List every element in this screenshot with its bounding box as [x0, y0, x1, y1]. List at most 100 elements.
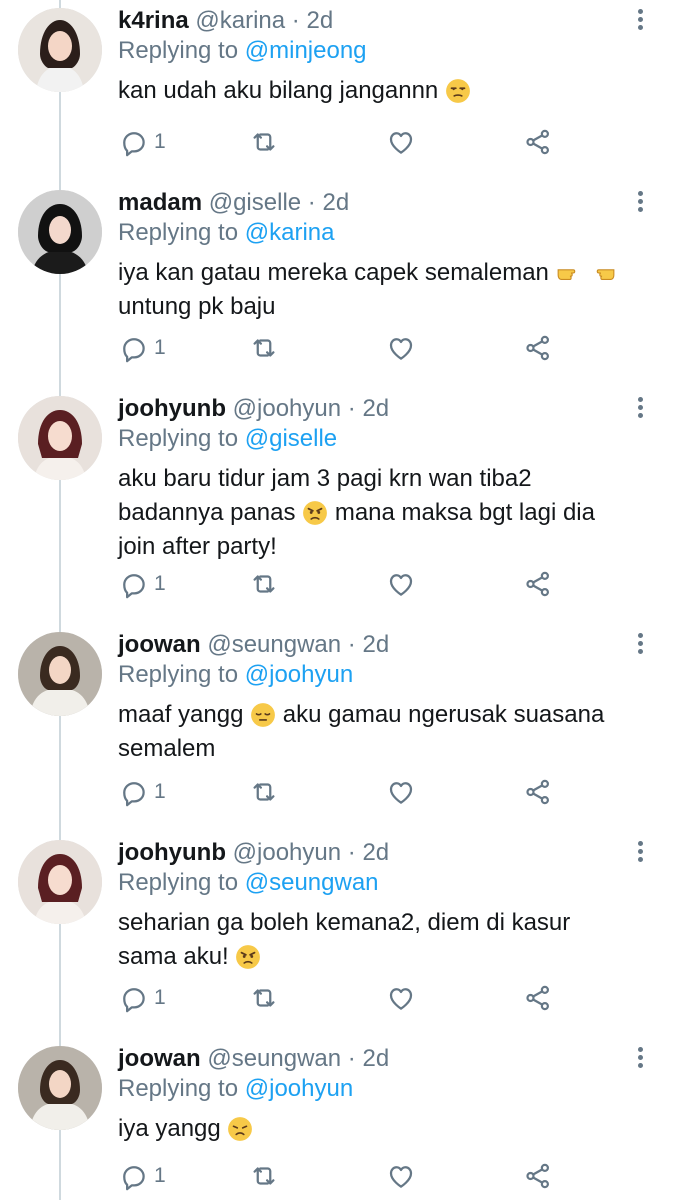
like-button[interactable] — [386, 1160, 416, 1192]
replying-to: Replying to @giselle — [118, 424, 337, 454]
retweet-icon — [249, 983, 279, 1013]
separator-dot: · — [291, 7, 300, 34]
like-button[interactable] — [386, 776, 416, 808]
reply-icon — [118, 777, 148, 807]
avatar[interactable] — [18, 396, 102, 480]
action-bar: 1 — [118, 982, 568, 1018]
action-bar: 1 — [118, 568, 568, 604]
display-name[interactable]: joohyunb — [118, 839, 226, 866]
replying-to-label: Replying to — [118, 1075, 245, 1102]
more-vertical-icon[interactable] — [630, 394, 650, 424]
like-button[interactable] — [386, 568, 416, 600]
share-button[interactable] — [523, 776, 553, 808]
reply-count: 1 — [154, 336, 166, 359]
reply-count: 1 — [154, 1164, 166, 1187]
timestamp[interactable]: 2d — [362, 395, 389, 422]
more-vertical-icon[interactable] — [630, 1044, 650, 1074]
tweet-text-line: badannya panas — [118, 499, 296, 526]
tweet-text-line: seharian ga boleh kemana2, diem di kasur — [118, 909, 571, 936]
separator-dot: · — [347, 839, 356, 866]
reply-button[interactable]: 1 — [118, 1160, 166, 1192]
timestamp[interactable]: 2d — [362, 1045, 389, 1072]
mention-link[interactable]: @minjeong — [245, 37, 367, 64]
display-name[interactable]: joowan — [118, 631, 201, 658]
display-name[interactable]: joohyunb — [118, 395, 226, 422]
timestamp[interactable]: 2d — [362, 631, 389, 658]
tweet-text: maaf yangg aku gamau ngerusak suasana se… — [118, 698, 658, 766]
share-button[interactable] — [523, 1160, 553, 1192]
reply-button[interactable]: 1 — [118, 568, 166, 600]
handle[interactable]: @joohyun — [233, 395, 341, 422]
more-vertical-icon[interactable] — [630, 6, 650, 36]
timestamp[interactable]: 2d — [322, 189, 349, 216]
more-vertical-icon[interactable] — [630, 838, 650, 868]
share-button[interactable] — [523, 126, 553, 158]
tweet-text: iya kan gatau mereka capek semaleman unt… — [118, 256, 658, 324]
share-button[interactable] — [523, 982, 553, 1014]
angry-emoji-icon — [235, 944, 261, 970]
reply-count: 1 — [154, 130, 166, 153]
handle[interactable]: @giselle — [209, 189, 301, 216]
retweet-button[interactable] — [249, 126, 279, 158]
tweet-text-line: aku gamau ngerusak suasana — [282, 701, 605, 728]
display-name[interactable]: joowan — [118, 1045, 201, 1072]
reply-button[interactable]: 1 — [118, 982, 166, 1014]
mention-link[interactable]: @karina — [245, 219, 335, 246]
tweet-text-line: mana maksa bgt lagi dia — [334, 499, 595, 526]
display-name[interactable]: k4rina — [118, 7, 189, 34]
retweet-button[interactable] — [249, 568, 279, 600]
handle[interactable]: @seungwan — [207, 1045, 341, 1072]
tweet-text-line: aku baru tidur jam 3 pagi krn wan tiba2 — [118, 465, 532, 492]
action-bar: 1 — [118, 126, 568, 162]
handle[interactable]: @joohyun — [233, 839, 341, 866]
mention-link[interactable]: @seungwan — [245, 869, 379, 896]
avatar[interactable] — [18, 190, 102, 274]
share-icon — [523, 777, 553, 807]
action-bar: 1 — [118, 1160, 568, 1196]
share-icon — [523, 983, 553, 1013]
tweet-text-line: maaf yangg — [118, 701, 244, 728]
thread-connector-line — [59, 0, 61, 1200]
replying-to-label: Replying to — [118, 661, 245, 688]
tweet-text-line: iya kan gatau mereka capek semaleman — [118, 259, 549, 286]
timestamp[interactable]: 2d — [306, 7, 333, 34]
reply-count: 1 — [154, 780, 166, 803]
more-vertical-icon[interactable] — [630, 188, 650, 218]
reply-button[interactable]: 1 — [118, 332, 166, 364]
more-vertical-icon[interactable] — [630, 630, 650, 660]
separator-dot: · — [347, 395, 356, 422]
avatar[interactable] — [18, 632, 102, 716]
separator-dot: · — [347, 631, 356, 658]
handle[interactable]: @karina — [195, 7, 285, 34]
mention-link[interactable]: @giselle — [245, 425, 337, 452]
retweet-button[interactable] — [249, 982, 279, 1014]
avatar[interactable] — [18, 8, 102, 92]
avatar[interactable] — [18, 1046, 102, 1130]
mention-link[interactable]: @joohyun — [245, 661, 353, 688]
retweet-icon — [249, 1161, 279, 1191]
reply-button[interactable]: 1 — [118, 126, 166, 158]
reply-icon — [118, 333, 148, 363]
like-button[interactable] — [386, 982, 416, 1014]
retweet-button[interactable] — [249, 1160, 279, 1192]
tweet-text-line: untung pk baju — [118, 293, 276, 320]
angry-emoji-icon — [302, 500, 328, 526]
mention-link[interactable]: @joohyun — [245, 1075, 353, 1102]
replying-to: Replying to @joohyun — [118, 1074, 353, 1104]
reply-button[interactable]: 1 — [118, 776, 166, 808]
share-button[interactable] — [523, 332, 553, 364]
retweet-button[interactable] — [249, 332, 279, 364]
display-name[interactable]: madam — [118, 189, 202, 216]
share-icon — [523, 569, 553, 599]
retweet-button[interactable] — [249, 776, 279, 808]
tweet-text-line: join after party! — [118, 533, 277, 560]
share-button[interactable] — [523, 568, 553, 600]
reply-icon — [118, 569, 148, 599]
avatar[interactable] — [18, 840, 102, 924]
replying-to: Replying to @minjeong — [118, 36, 367, 66]
handle[interactable]: @seungwan — [207, 631, 341, 658]
reply-count: 1 — [154, 986, 166, 1009]
like-button[interactable] — [386, 126, 416, 158]
timestamp[interactable]: 2d — [362, 839, 389, 866]
like-button[interactable] — [386, 332, 416, 364]
